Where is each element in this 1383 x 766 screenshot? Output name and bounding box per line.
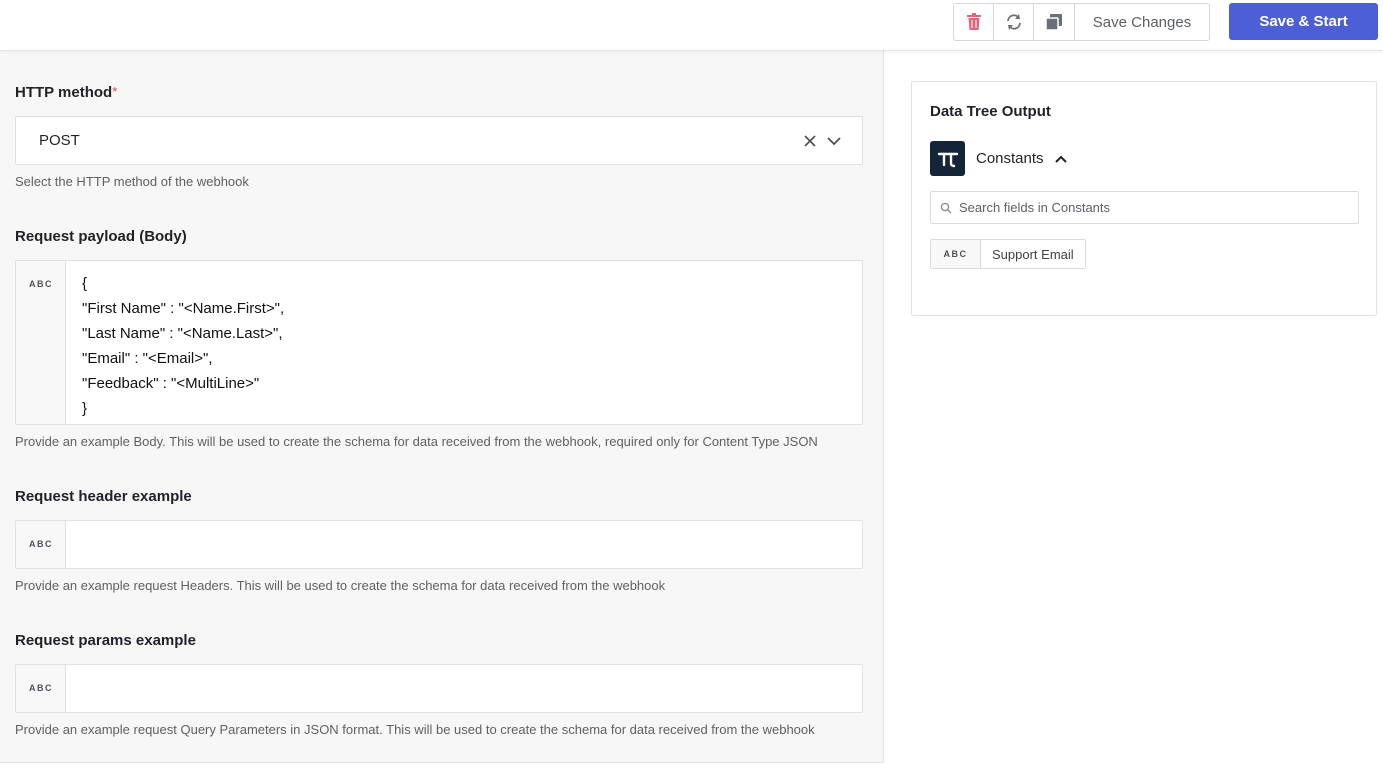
search-icon xyxy=(940,202,952,214)
webhook-form-panel: HTTP method* POST Select the HTTP method… xyxy=(0,51,884,763)
body-input[interactable]: ABC { "First Name" : "<Name.First>", "La… xyxy=(15,260,863,425)
type-badge: ABC xyxy=(16,521,66,568)
refresh-icon xyxy=(1006,14,1021,30)
type-badge: ABC xyxy=(16,665,66,712)
params-input[interactable]: ABC xyxy=(15,664,863,713)
headers-label: Request header example xyxy=(15,488,192,505)
field-chip-support-email[interactable]: ABC Support Email xyxy=(930,239,1086,269)
headers-input[interactable]: ABC xyxy=(15,520,863,569)
trash-icon xyxy=(966,13,981,30)
constants-group-toggle[interactable]: Constants xyxy=(976,150,1044,167)
http-method-label: HTTP method* xyxy=(15,84,118,101)
http-method-select[interactable]: POST xyxy=(15,116,863,165)
pi-icon xyxy=(930,141,965,176)
duplicate-button[interactable] xyxy=(1034,4,1075,40)
http-method-value: POST xyxy=(39,132,80,149)
constants-search-input[interactable] xyxy=(959,192,1354,223)
clear-icon[interactable] xyxy=(802,133,818,149)
params-label: Request params example xyxy=(15,632,196,649)
body-help: Provide an example Body. This will be us… xyxy=(15,434,818,449)
copy-icon xyxy=(1045,14,1062,31)
save-changes-button[interactable]: Save Changes xyxy=(1075,4,1209,40)
type-badge: ABC xyxy=(931,240,981,268)
required-mark: * xyxy=(112,84,118,99)
params-help: Provide an example request Query Paramet… xyxy=(15,722,815,737)
delete-button[interactable] xyxy=(954,4,994,40)
http-method-help: Select the HTTP method of the webhook xyxy=(15,174,249,189)
data-tree-output-card: Data Tree Output Constants ABC Support E… xyxy=(911,81,1377,316)
save-and-start-button[interactable]: Save & Start xyxy=(1229,3,1378,40)
refresh-button[interactable] xyxy=(994,4,1034,40)
body-value: { "First Name" : "<Name.First>", "Last N… xyxy=(82,275,285,417)
field-label: Support Email xyxy=(992,246,1074,262)
constants-search xyxy=(930,191,1359,224)
top-toolbar: Save Changes Save & Start xyxy=(0,0,1383,51)
action-button-group: Save Changes xyxy=(953,3,1210,41)
chevron-down-icon[interactable] xyxy=(826,133,842,149)
type-badge: ABC xyxy=(16,261,66,424)
headers-help: Provide an example request Headers. This… xyxy=(15,578,666,593)
body-label: Request payload (Body) xyxy=(15,228,187,245)
data-tree-title: Data Tree Output xyxy=(930,103,1051,120)
chevron-up-icon[interactable] xyxy=(1054,152,1068,166)
